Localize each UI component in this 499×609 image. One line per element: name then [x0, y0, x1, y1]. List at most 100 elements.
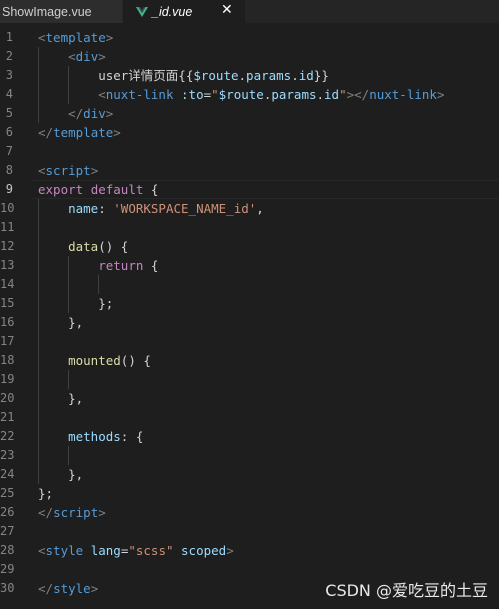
code-token: ></ [346, 87, 370, 102]
line-number: 9 [5, 182, 13, 196]
line-number: 14 [0, 277, 15, 291]
code-token: methods [68, 429, 121, 444]
code-token: { [143, 258, 159, 273]
code-token: style [53, 581, 91, 596]
line-number: 8 [5, 163, 13, 177]
code-text: <nuxt-link :to="$route.params.id"></nuxt… [38, 85, 444, 104]
code-line[interactable]: 7 [0, 142, 499, 161]
code-line[interactable]: 11 [0, 218, 499, 237]
code-line[interactable]: 26 </script> [0, 503, 499, 522]
line-number: 3 [5, 68, 13, 82]
code-text: return { [38, 256, 158, 275]
code-line[interactable]: 19 [0, 370, 499, 389]
code-line[interactable]: 13 return { [0, 256, 499, 275]
line-number: 13 [0, 258, 15, 272]
line-number: 7 [5, 144, 13, 158]
tab-id-vue[interactable]: _id.vue ✕ [123, 0, 245, 23]
code-token: < [68, 49, 76, 64]
indent-guide [68, 370, 70, 389]
indent-guide [68, 446, 70, 465]
indent-guide [38, 199, 39, 484]
code-token: > [226, 543, 234, 558]
code-token: lang [90, 543, 121, 558]
code-text: </style> [38, 579, 98, 598]
line-number: 25 [0, 486, 15, 500]
code-line[interactable]: 17 [0, 332, 499, 351]
code-text: name: 'WORKSPACE_NAME_id', [38, 199, 264, 218]
code-line[interactable]: 8 <script> [0, 161, 499, 180]
code-editor[interactable]: 1 <template> 2 <div> 3 user详情页面{{$route.par… [0, 23, 499, 609]
code-token: scoped [181, 543, 227, 558]
code-token: }; [38, 486, 54, 501]
code-line[interactable]: 24 }, [0, 465, 499, 484]
code-line[interactable]: 12 data() { [0, 237, 499, 256]
code-line[interactable]: 10 name: 'WORKSPACE_NAME_id', [0, 199, 499, 218]
tab-label: _id.vue [152, 4, 193, 19]
code-text: export default { [38, 180, 158, 199]
code-token: = [203, 87, 212, 102]
code-line[interactable]: 2 <div> [0, 47, 499, 66]
code-line[interactable]: 9 export default { [0, 180, 499, 199]
line-number: 27 [0, 524, 15, 538]
code-token: style [45, 543, 84, 558]
code-token: " [339, 87, 347, 102]
tab-showimage[interactable]: ShowImage.vue [0, 0, 122, 23]
code-line[interactable]: 5 </div> [0, 104, 499, 123]
code-text: <style lang="scss" scoped> [38, 541, 234, 560]
code-text: }, [38, 465, 83, 484]
code-text: }, [38, 313, 83, 332]
code-line[interactable]: 1 <template> [0, 28, 499, 47]
code-text: <div> [38, 47, 106, 66]
line-number: 15 [0, 296, 15, 310]
code-line[interactable]: 27 [0, 522, 499, 541]
code-token: </ [38, 505, 54, 520]
code-token: template [53, 125, 114, 140]
code-token: params [246, 68, 292, 83]
line-number: 2 [5, 49, 13, 63]
watermark: CSDN @爱吃豆的土豆 [325, 581, 488, 600]
code-token: "scss" [128, 543, 174, 558]
code-line[interactable]: 14 [0, 275, 499, 294]
code-token: script [45, 163, 91, 178]
code-token: script [53, 505, 99, 520]
code-line[interactable]: 22 methods: { [0, 427, 499, 446]
code-line[interactable]: 25}; [0, 484, 499, 503]
code-token: mounted [68, 353, 121, 368]
line-number: 6 [5, 125, 13, 139]
tab-label: ShowImage.vue [2, 4, 92, 19]
code-line[interactable]: 23 [0, 446, 499, 465]
code-line[interactable]: 4 <nuxt-link :to="$route.params.id"></nu… [0, 85, 499, 104]
code-token: . [316, 87, 325, 102]
code-line[interactable]: 15 }; [0, 294, 499, 313]
code-token: > [90, 163, 99, 178]
code-line[interactable]: 20 }, [0, 389, 499, 408]
code-text: </div> [38, 104, 113, 123]
code-line[interactable]: 18 mounted() { [0, 351, 499, 370]
code-text: }; [38, 484, 53, 503]
line-number: 29 [0, 562, 15, 576]
code-token: data [68, 239, 99, 254]
code-text: <script> [38, 161, 98, 180]
code-token: > [105, 30, 114, 45]
code-token: </ [68, 106, 84, 121]
code-token: params [271, 87, 317, 102]
code-token: 'WORKSPACE_NAME_id' [113, 201, 257, 216]
code-token: { [150, 182, 159, 197]
code-token: $route [218, 87, 264, 102]
code-line[interactable]: 3 user详情页面{{$route.params.id}} [0, 66, 499, 85]
close-icon[interactable]: ✕ [221, 2, 233, 18]
code-text: user详情页面{{$route.params.id}} [38, 66, 329, 85]
code-line[interactable]: 6 </template> [0, 123, 499, 142]
code-token: < [98, 87, 106, 102]
code-line[interactable]: 16 }, [0, 313, 499, 332]
code-token: > [436, 87, 445, 102]
code-token: () { [98, 239, 129, 254]
code-token: : { [120, 429, 144, 444]
code-line[interactable]: 21 [0, 408, 499, 427]
code-line[interactable]: 28 <style lang="scss" scoped> [0, 541, 499, 560]
